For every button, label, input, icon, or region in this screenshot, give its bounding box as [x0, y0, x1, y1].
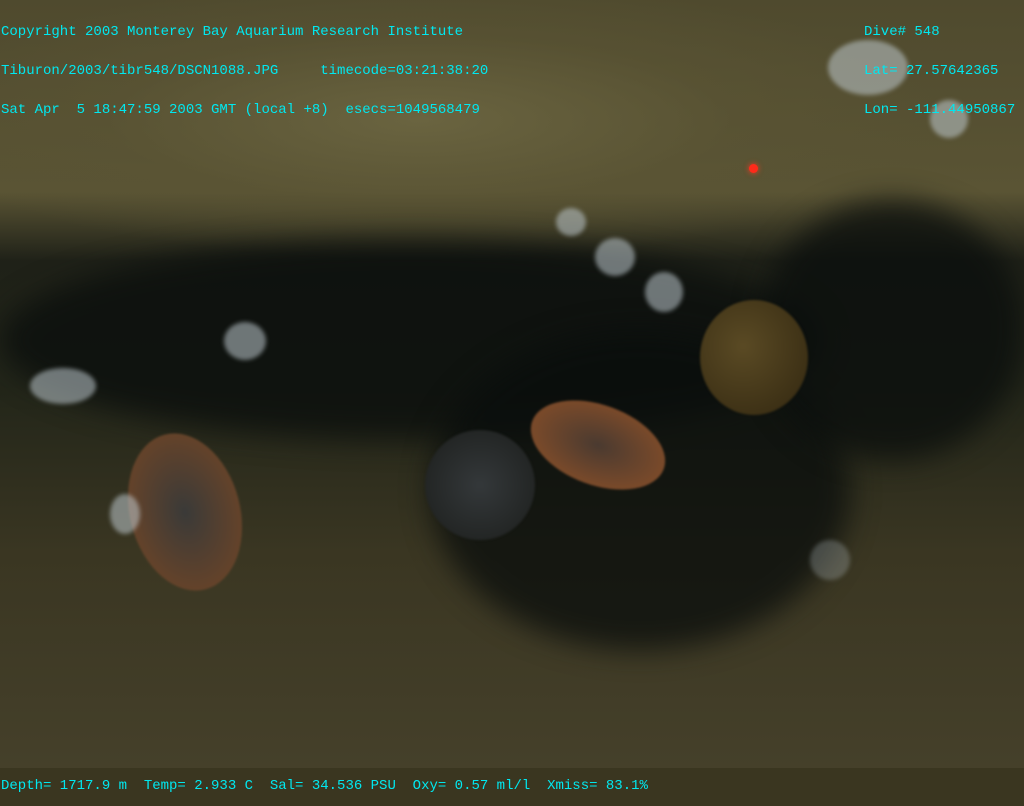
copyright-line: Copyright 2003 Monterey Bay Aquarium Res… — [1, 24, 464, 40]
dive-number: Dive# 548 — [864, 24, 940, 40]
sensor-readout: Depth= 1717.9 m Temp= 2.933 C Sal= 34.53… — [1, 778, 648, 794]
laser-dot — [749, 164, 758, 173]
sponge — [810, 540, 850, 580]
overlay-bottom: Depth= 1717.9 m Temp= 2.933 C Sal= 34.53… — [1, 754, 648, 806]
latitude: Lat= 27.57642365 — [864, 63, 999, 79]
sponge — [30, 368, 96, 404]
sponge — [556, 208, 586, 236]
overlay-top-right: Dive# 548 Lat= 27.57642365 Lon= -111.449… — [864, 0, 1015, 130]
sponge — [595, 238, 635, 276]
sponge — [224, 322, 266, 360]
longitude: Lon= -111.44950867 — [864, 102, 1016, 118]
datetime-line: Sat Apr 5 18:47:59 2003 GMT (local +8) e… — [1, 102, 480, 118]
clam-center — [425, 430, 535, 540]
clam-right — [700, 300, 808, 415]
sponge — [645, 272, 683, 312]
sponge — [110, 494, 140, 534]
file-timecode-line: Tiburon/2003/tibr548/DSCN1088.JPG timeco… — [1, 63, 489, 79]
overlay-top-left: Copyright 2003 Monterey Bay Aquarium Res… — [1, 0, 488, 130]
